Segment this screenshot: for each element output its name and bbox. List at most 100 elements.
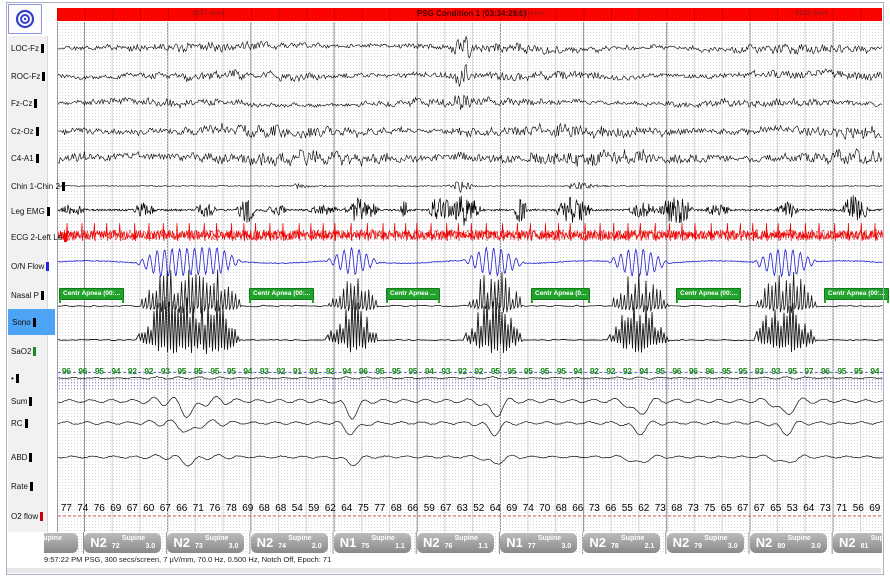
value: 94 xyxy=(636,366,653,376)
channel-label-ecg-2-left-le[interactable]: ECG 2-Left Le xyxy=(8,229,67,245)
epoch-number: 77 xyxy=(528,543,536,551)
value: 76 xyxy=(207,503,224,514)
channel-label-loc-fz[interactable]: LOC-Fz xyxy=(8,40,44,56)
body-position: Supine xyxy=(528,535,571,543)
value: 95 xyxy=(834,366,851,376)
channel-label-fz-cz[interactable]: Fz-Cz xyxy=(8,95,37,111)
value: 92 xyxy=(619,366,636,376)
value: 95 xyxy=(652,366,669,376)
psg-viewer-window: 1937 secs PSG Condition 1 (03:34:29.6) 2… xyxy=(0,0,890,578)
sleep-stage-bar: N2Supine71N2Supine723.0N2Supine733.0N2Su… xyxy=(44,532,882,554)
apnea-annotation[interactable]: Centr Apnea (00:... xyxy=(824,288,889,300)
elapsed-secs-right: 2152 secs xyxy=(795,10,828,17)
channel-name: ABD xyxy=(11,453,27,462)
value: 67 xyxy=(751,503,768,514)
apnea-annotation[interactable]: Centr Apnea (00:... xyxy=(249,288,314,300)
value: 67 xyxy=(124,503,141,514)
stage-badge-epoch-75[interactable]: N1Supine751.1 xyxy=(334,533,411,553)
value: 68 xyxy=(273,503,290,514)
value: 95 xyxy=(207,366,224,376)
epoch-number: 75 xyxy=(361,543,369,551)
value: 73 xyxy=(685,503,702,514)
trace xyxy=(58,396,883,419)
value: 95 xyxy=(91,366,108,376)
value: 59 xyxy=(306,503,323,514)
value: 68 xyxy=(388,503,405,514)
value: 93 xyxy=(768,366,785,376)
stage-badge-epoch-79[interactable]: N2Supine793.0 xyxy=(667,533,744,553)
channel-label-sum[interactable]: Sum xyxy=(8,393,32,409)
waveform-area[interactable]: 9696959492929395959595949392919192949695… xyxy=(57,22,884,532)
body-position: Supine xyxy=(112,535,155,543)
channel-label-roc-fz[interactable]: ROC-Fz xyxy=(8,68,45,84)
channel-name: ECG 2-Left Le xyxy=(11,233,62,242)
channel-marker xyxy=(25,419,28,428)
channel-marker xyxy=(64,233,67,242)
channel-label-chin-1-chin-2[interactable]: Chin 1-Chin 2 xyxy=(8,178,65,194)
stage-badge-epoch-78[interactable]: N2Supine782.1 xyxy=(583,533,660,553)
apnea-annotation[interactable]: Centr Apnea (0... xyxy=(531,288,590,300)
stage-label: N2 xyxy=(257,533,274,553)
condition-title: PSG Condition 1 (03:34:29.6) xyxy=(417,9,526,18)
epoch-header-bar[interactable]: 1937 secs PSG Condition 1 (03:34:29.6) 2… xyxy=(57,8,882,21)
channel-label-sao2[interactable]: SaO2 xyxy=(8,343,36,359)
channel-name: O/N Flow xyxy=(11,262,44,271)
channel-label-cz-oz[interactable]: Cz-Oz xyxy=(8,123,39,139)
epoch-number: 74 xyxy=(278,543,286,551)
stage-label: N2 xyxy=(839,533,856,553)
channel-label-rate[interactable]: Rate xyxy=(8,478,33,494)
value: 92 xyxy=(124,366,141,376)
channel-label-o2-flow[interactable]: O2 flow xyxy=(8,508,43,524)
channel-name: O2 flow xyxy=(11,512,38,521)
channel-label-nasal-p[interactable]: Nasal P xyxy=(8,287,44,303)
epoch-number: 76 xyxy=(445,543,453,551)
value: 62 xyxy=(322,503,339,514)
channel-marker xyxy=(40,512,43,521)
stage-badge-epoch-73[interactable]: N2Supine733.0 xyxy=(167,533,244,553)
channel-label-o-n-flow[interactable]: O/N Flow xyxy=(8,258,49,274)
apnea-annotation[interactable]: Centr Apnea (00:... xyxy=(59,288,124,300)
value: 74 xyxy=(520,503,537,514)
channel-label-leg-emg[interactable]: Leg EMG xyxy=(8,203,50,219)
value: 60 xyxy=(141,503,158,514)
value: 93 xyxy=(157,366,174,376)
value: 54 xyxy=(289,503,306,514)
trace xyxy=(58,247,882,276)
stage-badge-epoch-72[interactable]: N2Supine723.0 xyxy=(84,533,161,553)
elapsed-secs-mid: 2044 secs xyxy=(512,10,545,17)
channel-name: LOC-Fz xyxy=(11,44,39,53)
value: 96 xyxy=(75,366,92,376)
stage-badge-epoch-81[interactable]: N2Supine811.0 xyxy=(833,533,882,553)
channel-label-rc[interactable]: RC xyxy=(8,415,28,431)
value: 95 xyxy=(553,366,570,376)
stage-badge-epoch-76[interactable]: N2Supine761.1 xyxy=(417,533,494,553)
stage-badge-epoch-74[interactable]: N2Supine742.0 xyxy=(251,533,328,553)
stage-value: 3.0 xyxy=(561,543,571,551)
apnea-annotation[interactable]: Centr Apnea ... xyxy=(386,288,440,300)
stage-badge-epoch-71[interactable]: N2Supine71 xyxy=(44,533,78,553)
value: 95 xyxy=(487,366,504,376)
channel-label-sono[interactable]: Sono xyxy=(8,309,55,335)
channel-name: Sum xyxy=(11,397,27,406)
value: 75 xyxy=(702,503,719,514)
channel-name: • xyxy=(11,374,14,383)
waveform-traces xyxy=(58,22,883,532)
stage-label: N2 xyxy=(756,533,773,553)
trace xyxy=(58,65,882,87)
sync-button[interactable] xyxy=(8,4,42,34)
value: 95 xyxy=(520,366,537,376)
value: 92 xyxy=(471,366,488,376)
stage-badge-epoch-80[interactable]: N2Supine803.0 xyxy=(750,533,827,553)
channel-label-c4-a1[interactable]: C4-A1 xyxy=(8,150,39,166)
apnea-annotation[interactable]: Centr Apnea (00:... xyxy=(676,288,741,300)
value: 70 xyxy=(537,503,554,514)
value: 92 xyxy=(586,366,603,376)
channel-label--[interactable]: • xyxy=(8,370,19,386)
channel-label-abd[interactable]: ABD xyxy=(8,449,32,465)
value: 96 xyxy=(817,366,834,376)
stage-badge-epoch-77[interactable]: N1Supine773.0 xyxy=(500,533,577,553)
value: 64 xyxy=(487,503,504,514)
value: 92 xyxy=(603,366,620,376)
stage-value: 1.1 xyxy=(478,543,488,551)
value: 66 xyxy=(570,503,587,514)
